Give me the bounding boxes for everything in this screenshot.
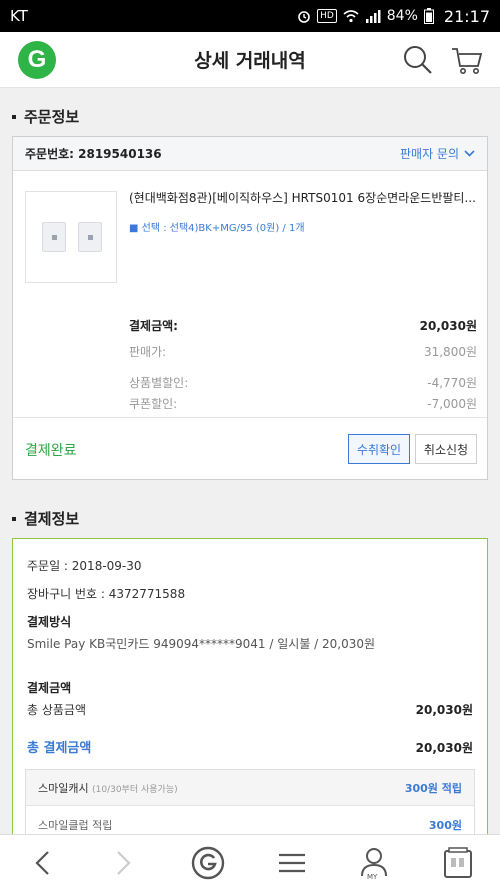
payment-method-value: Smile Pay KB국민카드 949094******9041 / 일시불 …	[27, 637, 376, 651]
payment-amount-label: 결제금액	[27, 681, 72, 695]
order-info-heading: 주문정보	[12, 106, 79, 127]
price-row-product-discount: 상품별할인: -4,770원	[129, 376, 477, 390]
search-icon[interactable]	[402, 44, 434, 76]
home-button[interactable]	[186, 841, 230, 885]
status-bar: KT HD 84% 21:17	[0, 0, 500, 32]
product-name[interactable]: (현대백화점8관)[베이직하우스] HRTS0101 6장순면라운드반팔티...	[129, 189, 479, 206]
rewards-box: 스마일캐시 (10/30부터 사용가능) 300원 적립 스마일클럽 적립 30…	[25, 769, 475, 834]
cancel-request-button[interactable]: 취소신청	[415, 434, 477, 464]
menu-button[interactable]	[270, 841, 314, 885]
payment-card: 주문일 : 2018-09-30 장바구니 번호 : 4372771588 결제…	[12, 538, 488, 834]
chevron-right-icon	[117, 851, 131, 875]
signal-icon	[365, 10, 381, 23]
tabs-button[interactable]	[436, 841, 480, 885]
total-product-value: 20,030원	[415, 703, 473, 717]
alarm-icon	[298, 11, 310, 23]
wifi-icon	[343, 10, 359, 23]
hamburger-icon	[279, 853, 305, 873]
total-payment-value: 20,030원	[415, 741, 473, 755]
smile-club-value: 300원	[428, 819, 462, 832]
order-card: 주문번호: 2819540136 판매자 문의 (현대백화점8관)[베이직하우스…	[12, 136, 488, 480]
bottom-nav: MY	[0, 834, 500, 888]
confirm-receipt-button[interactable]: 수취확인	[348, 434, 410, 464]
total-product-label: 총 상품금액	[27, 703, 87, 717]
seller-inquiry-link[interactable]: 판매자 문의	[400, 145, 475, 162]
chevron-left-icon	[35, 851, 49, 875]
chevron-down-icon	[464, 150, 475, 157]
order-status: 결제완료	[25, 443, 77, 459]
back-button[interactable]	[20, 841, 64, 885]
smile-club-row: 스마일클럽 적립 300원	[26, 806, 474, 834]
payment-info-heading: 결제정보	[12, 508, 79, 529]
battery-icon	[423, 8, 434, 24]
g-home-icon	[191, 846, 225, 880]
total-payment-label: 총 결제금액	[27, 741, 92, 756]
product-thumbnail[interactable]	[25, 191, 117, 283]
cart-number: 장바구니 번호 : 4372771588	[27, 587, 186, 601]
product-image-bag	[42, 222, 66, 252]
app-header: G 상세 거래내역	[0, 32, 500, 88]
order-card-header: 주문번호: 2819540136 판매자 문의	[13, 137, 487, 171]
cart-icon[interactable]	[450, 44, 484, 76]
tabs-icon	[444, 847, 472, 878]
smile-cash-label: 스마일캐시	[38, 781, 89, 795]
order-date: 주문일 : 2018-09-30	[27, 559, 142, 573]
battery-percent: 84%	[386, 8, 418, 24]
smile-club-label: 스마일클럽 적립	[38, 819, 113, 832]
price-row-sale: 판매가: 31,800원	[129, 345, 477, 359]
page-content[interactable]: 주문정보 주문번호: 2819540136 판매자 문의 (현대백화점8관)[베…	[0, 88, 500, 834]
payment-method-label: 결제방식	[27, 615, 72, 629]
product-image-bag	[78, 222, 102, 252]
product-option: ■ 선택 : 선택4)BK+MG/95 (0원) / 1개	[129, 223, 305, 234]
my-page-button[interactable]: MY	[352, 841, 396, 885]
clock: 21:17	[443, 6, 490, 26]
smile-cash-row: 스마일캐시 (10/30부터 사용가능) 300원 적립	[26, 770, 474, 806]
carrier-label: KT	[10, 7, 28, 25]
smile-cash-note: (10/30부터 사용가능)	[92, 784, 178, 795]
order-number: 주문번호: 2819540136	[25, 147, 162, 161]
smile-cash-value: 300원 적립	[404, 781, 462, 795]
price-row-payment: 결제금액: 20,030원	[129, 319, 477, 333]
order-card-footer: 결제완료 수취확인 취소신청	[13, 417, 487, 480]
price-row-coupon-discount: 쿠폰할인: -7,000원	[129, 397, 477, 411]
forward-button[interactable]	[102, 841, 146, 885]
my-label: MY	[366, 873, 379, 881]
hd-icon: HD	[317, 9, 337, 23]
